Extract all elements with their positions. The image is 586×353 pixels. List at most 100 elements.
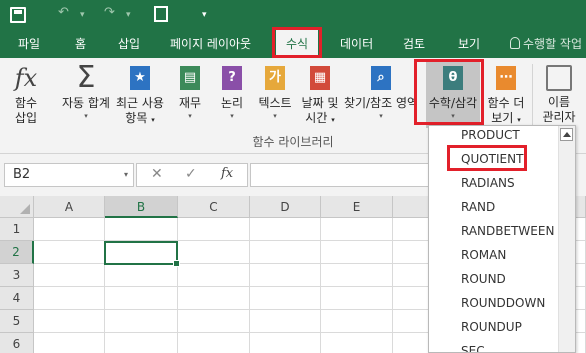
date-time-button[interactable]: ▦ 날짜 및 시간 ▾	[296, 58, 344, 128]
redo-icon[interactable]: ↷	[104, 5, 115, 20]
tab-page-layout[interactable]: 페이지 레이아웃	[170, 30, 251, 58]
grid-cell[interactable]	[250, 310, 321, 333]
undo-icon[interactable]: ↶	[58, 5, 69, 20]
grid-cell[interactable]	[105, 264, 178, 287]
grid-cell[interactable]	[34, 287, 105, 310]
highlight-box-quotient	[447, 145, 527, 171]
row-header-6[interactable]: 6	[0, 333, 34, 353]
enter-icon[interactable]: ✓	[185, 166, 197, 182]
select-all-button[interactable]	[0, 196, 34, 218]
redo-dropdown-icon[interactable]: ▾	[126, 10, 131, 20]
tab-review[interactable]: 검토	[403, 30, 425, 58]
lookup-reference-label: 찾기/참조 영역	[343, 96, 419, 110]
column-header-e[interactable]: E	[321, 196, 393, 218]
row-header-3[interactable]: 3	[0, 264, 34, 287]
date-time-label2: 시간 ▾	[305, 111, 335, 125]
column-header-b[interactable]: B	[105, 196, 178, 218]
menu-item-sec[interactable]: SEC	[429, 339, 559, 352]
menu-item-round[interactable]: ROUND	[429, 267, 559, 291]
tab-view[interactable]: 보기	[458, 30, 480, 58]
recently-used-button[interactable]: ★ 최근 사용 항목 ▾	[112, 58, 168, 128]
customize-qat-icon[interactable]: ▾	[202, 10, 207, 20]
tab-data[interactable]: 데이터	[340, 30, 373, 58]
insert-function-fx-icon[interactable]: fx	[221, 166, 233, 181]
insert-function-label: 함수	[14, 96, 38, 110]
insert-function-label2: 삽입	[14, 111, 38, 125]
ribbon-group-divider	[532, 64, 533, 128]
grid-cell[interactable]	[105, 333, 178, 353]
grid-cell[interactable]	[178, 218, 250, 241]
grid-cell[interactable]	[250, 218, 321, 241]
row-header-2[interactable]: 2	[0, 241, 34, 264]
grid-cell[interactable]	[105, 287, 178, 310]
tab-insert[interactable]: 삽입	[118, 30, 140, 58]
menu-item-rand[interactable]: RAND	[429, 195, 559, 219]
logical-button[interactable]: ? 논리 ▾	[214, 58, 250, 121]
scroll-up-arrow-icon[interactable]	[560, 128, 573, 141]
grid-cell[interactable]	[105, 310, 178, 333]
menu-item-product[interactable]: PRODUCT	[429, 126, 559, 147]
tell-me-box[interactable]: 수행할 작업	[510, 30, 582, 58]
recently-used-label: 최근 사용	[116, 96, 164, 110]
text-button[interactable]: 가 텍스트 ▾	[252, 58, 298, 121]
grid-cell[interactable]	[321, 287, 393, 310]
menu-item-rounddown[interactable]: ROUNDDOWN	[429, 291, 559, 315]
menu-item-randbetween[interactable]: RANDBETWEEN	[429, 219, 559, 243]
financial-button[interactable]: ▤ 재무 ▾	[172, 58, 208, 121]
grid-cell[interactable]	[178, 241, 250, 264]
grid-cell[interactable]	[34, 241, 105, 264]
grid-cell[interactable]	[321, 218, 393, 241]
grid-cell[interactable]	[321, 241, 393, 264]
row-header-5[interactable]: 5	[0, 310, 34, 333]
grid-cell[interactable]	[250, 264, 321, 287]
grid-cell[interactable]	[321, 333, 393, 353]
more-functions-button[interactable]: ⋯ 함수 더 보기 ▾	[486, 58, 526, 128]
autosum-button[interactable]: Σ 자동 합계 ▾	[54, 58, 118, 121]
calendar-book-icon: ▦	[304, 62, 336, 94]
grid-cell[interactable]	[250, 333, 321, 353]
grid-cell[interactable]	[250, 287, 321, 310]
autosum-dropdown-icon: ▾	[84, 112, 88, 120]
grid-cell[interactable]	[178, 333, 250, 353]
grid-cell[interactable]	[34, 310, 105, 333]
finance-book-icon: ▤	[174, 62, 206, 94]
menu-item-roman[interactable]: ROMAN	[429, 243, 559, 267]
name-box-dropdown-icon[interactable]: ▾	[124, 164, 128, 186]
grid-cell[interactable]	[34, 264, 105, 287]
column-header-d[interactable]: D	[250, 196, 321, 218]
dropdown-scrollbar[interactable]	[558, 126, 575, 352]
name-box[interactable]: B2 ▾	[4, 163, 134, 187]
title-bar: ↶ ▾ ↷ ▾ ▾	[0, 0, 586, 30]
insert-function-button[interactable]: fx 함수 삽입	[6, 58, 46, 126]
tab-file[interactable]: 파일	[18, 30, 40, 58]
row-header-1[interactable]: 1	[0, 218, 34, 241]
grid-cell[interactable]	[178, 287, 250, 310]
grid-cell[interactable]	[321, 310, 393, 333]
name-manager-button[interactable]: 이름 관리자	[536, 58, 582, 125]
print-preview-icon[interactable]	[154, 6, 168, 22]
column-header-a[interactable]: A	[34, 196, 105, 218]
highlight-box-formulas-tab	[272, 27, 322, 58]
active-cell-b2[interactable]	[104, 241, 180, 267]
grid-cell[interactable]	[105, 218, 178, 241]
logical-label: 논리	[220, 96, 244, 110]
row-header-4[interactable]: 4	[0, 287, 34, 310]
grid-cell[interactable]	[178, 310, 250, 333]
tab-home[interactable]: 홈	[75, 30, 86, 58]
menu-item-roundup[interactable]: ROUNDUP	[429, 315, 559, 339]
grid-cell[interactable]	[178, 264, 250, 287]
grid-cell[interactable]	[34, 333, 105, 353]
formula-input[interactable]	[250, 163, 450, 187]
cancel-icon[interactable]: ✕	[151, 166, 163, 182]
grid-cell[interactable]	[321, 264, 393, 287]
financial-dropdown-icon: ▾	[188, 112, 192, 120]
lookup-reference-button[interactable]: ⌕ 찾기/참조 영역 ▾	[340, 58, 422, 121]
search-book-icon: ⌕	[365, 62, 397, 94]
menu-item-radians[interactable]: RADIANS	[429, 171, 559, 195]
grid-cell[interactable]	[34, 218, 105, 241]
save-icon[interactable]	[10, 7, 26, 23]
undo-dropdown-icon[interactable]: ▾	[80, 10, 85, 20]
column-header-c[interactable]: C	[178, 196, 250, 218]
sigma-icon: Σ	[76, 60, 96, 95]
grid-cell[interactable]	[250, 241, 321, 264]
